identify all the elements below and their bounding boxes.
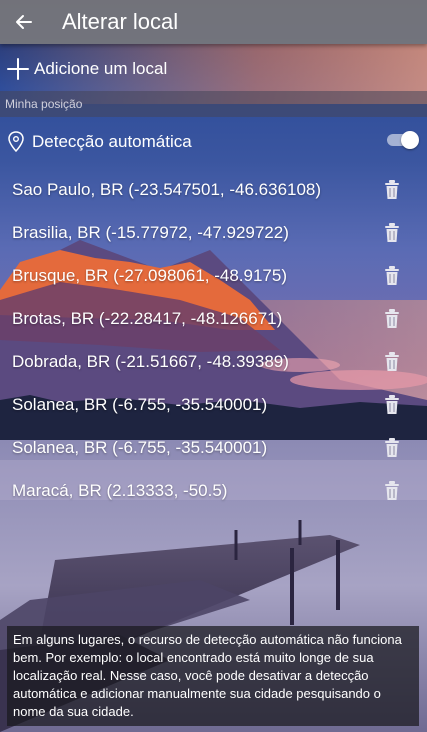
app-bar: Alterar local — [0, 0, 427, 44]
location-label: Brasilia, BR (-15.77972, -47.929722) — [12, 222, 289, 242]
add-location-button[interactable]: Adicione um local — [0, 52, 427, 86]
trash-icon[interactable] — [383, 308, 401, 329]
page-title: Alterar local — [62, 9, 179, 34]
location-list: Sao Paulo, BR (-23.547501, -46.636108) B… — [0, 168, 427, 512]
list-item[interactable]: Sao Paulo, BR (-23.547501, -46.636108) — [0, 168, 427, 211]
arrow-left-icon — [16, 15, 32, 29]
list-item[interactable]: Brusque, BR (-27.098061, -48.9175) — [0, 254, 427, 297]
trash-icon[interactable] — [383, 265, 401, 286]
add-location-label: Adicione um local — [34, 59, 168, 78]
location-label: Solanea, BR (-6.755, -35.540001) — [12, 437, 268, 457]
auto-detect-label: Detecção automática — [32, 132, 192, 151]
auto-detect-row[interactable]: Detecção automática — [0, 124, 427, 160]
list-item[interactable]: Brotas, BR (-22.28417, -48.126671) — [0, 297, 427, 340]
list-item[interactable]: Maracá, BR (2.13333, -50.5) — [0, 469, 427, 512]
list-item[interactable]: Dobrada, BR (-21.51667, -48.39389) — [0, 340, 427, 383]
list-item[interactable]: Solanea, BR (-6.755, -35.540001) — [0, 383, 427, 426]
info-message: Em alguns lugares, o recurso de detecção… — [7, 626, 419, 726]
location-label: Brusque, BR (-27.098061, -48.9175) — [12, 265, 288, 285]
trash-icon[interactable] — [383, 480, 401, 501]
location-pin-icon — [8, 131, 24, 153]
list-item[interactable]: Solanea, BR (-6.755, -35.540001) — [0, 426, 427, 469]
plus-icon — [7, 58, 29, 80]
auto-detect-toggle[interactable] — [387, 131, 419, 149]
trash-icon[interactable] — [383, 179, 401, 200]
list-item[interactable]: Brasilia, BR (-15.77972, -47.929722) — [0, 211, 427, 254]
location-label: Sao Paulo, BR (-23.547501, -46.636108) — [12, 179, 322, 199]
back-button[interactable] — [2, 0, 46, 44]
trash-icon[interactable] — [383, 351, 401, 372]
location-label: Maracá, BR (2.13333, -50.5) — [12, 480, 228, 500]
trash-icon[interactable] — [383, 394, 401, 415]
location-label: Brotas, BR (-22.28417, -48.126671) — [12, 308, 283, 328]
trash-icon[interactable] — [383, 437, 401, 458]
location-label: Dobrada, BR (-21.51667, -48.39389) — [12, 351, 289, 371]
toggle-knob — [401, 131, 419, 149]
trash-icon[interactable] — [383, 222, 401, 243]
location-label: Solanea, BR (-6.755, -35.540001) — [12, 394, 268, 414]
section-title: Minha posição — [5, 97, 83, 111]
section-header-my-position: Minha posição — [0, 91, 427, 117]
